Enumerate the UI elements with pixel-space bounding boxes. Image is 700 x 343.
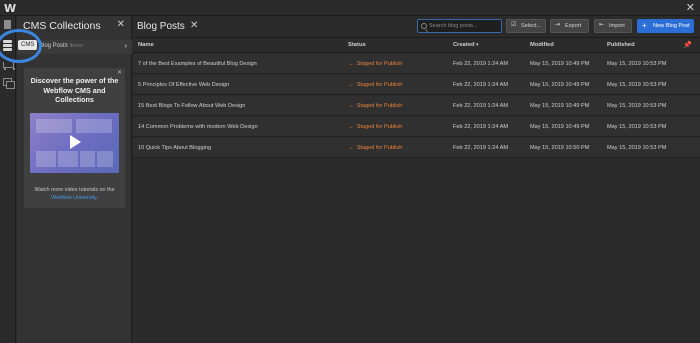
table-row[interactable]: 10 Quick Tips About Blogging → Staged for … [133,138,700,158]
search-input[interactable] [429,21,499,31]
import-icon: ⇤ [599,22,605,28]
main-close-icon[interactable]: ✕ [190,20,198,31]
pin-icon[interactable]: 📌 [683,41,692,49]
close-icon[interactable]: ✕ [686,1,695,14]
chevron-right-icon: › [124,41,127,50]
import-button[interactable]: ⇤ Import [594,19,632,33]
table-header: Name Status Created Modified Published 📌 [133,39,700,53]
webflow-logo[interactable]: W [4,2,16,15]
created-date: Feb 22, 2019 1:24 AM [453,103,509,109]
post-name[interactable]: 14 Common Problems with modern Web Desig… [138,124,258,130]
published-date: May 15, 2019 10:53 PM [607,103,667,109]
select-button[interactable]: ☑ Select... [506,19,546,33]
modified-date: May 15, 2019 10:49 PM [530,124,590,130]
post-name[interactable]: 7 of the Best Examples of Beautiful Blog… [138,61,257,67]
status-badge: → Staged for Publish [348,103,403,109]
table-row[interactable]: 15 Best Blogs To Follow About Web Design… [133,96,700,116]
created-date: Feb 22, 2019 1:24 AM [453,145,509,151]
table-row[interactable]: 7 of the Best Examples of Beautiful Blog… [133,54,700,74]
export-button[interactable]: ⇥ Export [550,19,589,33]
post-name[interactable]: 15 Best Blogs To Follow About Web Design [138,103,245,109]
table-row[interactable]: 5 Principles Of Effective Web Design → Sta… [133,75,700,95]
left-icon-rail [0,16,16,343]
published-date: May 15, 2019 10:53 PM [607,145,667,151]
arrow-right-icon: → [348,145,354,151]
panel-close-icon[interactable]: ✕ [117,19,125,30]
table-row[interactable]: 14 Common Problems with modern Web Desig… [133,117,700,137]
published-date: May 15, 2019 10:53 PM [607,61,667,67]
pages-icon[interactable] [3,20,13,30]
ecommerce-cart-icon[interactable] [3,61,15,71]
cms-collections-panel: CMS Collections ✕ Blog Posts 5 items › ✕… [17,16,132,343]
status-badge: → Staged for Publish [348,124,403,130]
search-box[interactable] [417,19,502,33]
published-date: May 15, 2019 10:53 PM [607,124,667,130]
collection-count: 5 items [65,43,83,49]
modified-date: May 15, 2019 10:49 PM [530,103,590,109]
column-header-published[interactable]: Published [607,42,635,48]
arrow-right-icon: → [348,82,354,88]
post-name[interactable]: 10 Quick Tips About Blogging [138,145,211,151]
column-header-name[interactable]: Name [138,42,154,48]
arrow-right-icon: → [348,61,354,67]
created-date: Feb 22, 2019 1:24 AM [453,124,509,130]
arrow-right-icon: → [348,103,354,109]
panel-title: CMS Collections [23,20,101,32]
status-badge: → Staged for Publish [348,82,403,88]
plus-icon: + [642,21,647,30]
main-header: Blog Posts ✕ ☑ Select... ⇥ Export ⇤ Impo… [133,16,700,38]
modified-date: May 15, 2019 10:50 PM [530,145,590,151]
new-blog-post-button[interactable]: + New Blog Post [637,19,694,33]
promo-caption: Watch more video tutorials on the Webflo… [34,187,115,201]
promo-video-thumbnail[interactable] [30,113,119,173]
status-badge: → Staged for Publish [348,145,403,151]
cms-tooltip: CMS [18,40,38,50]
page-title: Blog Posts [137,21,185,32]
created-date: Feb 22, 2019 1:24 AM [453,61,509,67]
assets-icon[interactable] [3,78,15,89]
column-header-status[interactable]: Status [348,42,366,48]
webflow-university-link[interactable]: Webflow University [51,195,96,201]
promo-card: ✕ Discover the power of the Webflow CMS … [24,68,125,208]
modified-date: May 15, 2019 10:49 PM [530,61,590,67]
created-date: Feb 22, 2019 1:24 AM [453,82,509,88]
collection-label: Blog Posts [39,43,68,49]
column-header-created[interactable]: Created [453,42,479,48]
play-icon[interactable] [70,135,81,149]
post-name[interactable]: 5 Principles Of Effective Web Design [138,82,229,88]
promo-close-icon[interactable]: ✕ [117,69,122,76]
arrow-right-icon: → [348,124,354,130]
status-badge: → Staged for Publish [348,61,403,67]
export-icon: ⇥ [555,22,561,28]
published-date: May 15, 2019 10:53 PM [607,82,667,88]
collection-main-area: Blog Posts ✕ ☑ Select... ⇥ Export ⇤ Impo… [133,16,700,343]
modified-date: May 15, 2019 10:49 PM [530,82,590,88]
column-header-modified[interactable]: Modified [530,42,554,48]
search-icon [421,23,427,29]
top-bar: W ✕ [0,0,700,16]
checkbox-icon: ☑ [511,22,517,28]
promo-title: Discover the power of the Webflow CMS an… [30,76,119,104]
